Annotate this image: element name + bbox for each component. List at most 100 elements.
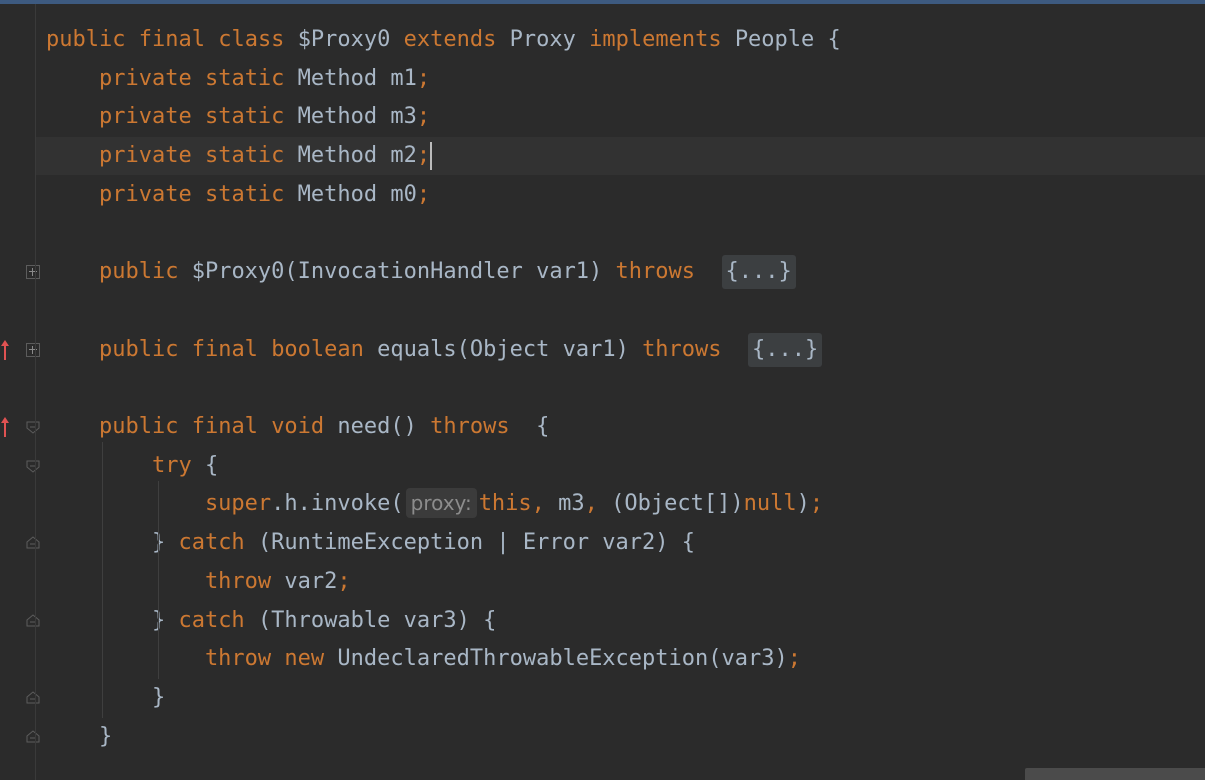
code-token-keyword: throws (615, 259, 709, 285)
code-token-keyword: ; (787, 646, 801, 672)
code-token: Method m3 (297, 104, 417, 130)
code-line[interactable]: } catch (Throwable var3) { (36, 602, 1205, 640)
code-token-keyword: private (46, 104, 205, 130)
code-token-keyword: throw (46, 646, 285, 672)
code-token: { (522, 414, 550, 439)
code-line-text: private static Method m2; (46, 137, 433, 175)
override-arrow-icon[interactable] (0, 415, 10, 439)
code-token: m3 (558, 491, 585, 517)
code-line[interactable]: private static Method m1; (36, 60, 1205, 98)
code-token-keyword: catch (178, 607, 258, 633)
code-line[interactable]: super.h.invoke(proxy: this, m3, (Object[]… (36, 485, 1205, 523)
code-token-keyword: private (46, 181, 205, 207)
code-token-keyword: static (204, 143, 298, 169)
code-line[interactable]: public final void need() throws { (36, 408, 1205, 446)
code-line-text: throw new UndeclaredThrowableException(v… (46, 640, 801, 678)
code-line[interactable] (36, 292, 1205, 330)
code-editor[interactable]: public final class $Proxy0 extends Proxy… (36, 4, 1205, 780)
code-token-keyword: public (46, 414, 192, 439)
code-token: (Object[]) (611, 491, 744, 517)
code-token-keyword: null (743, 491, 797, 517)
code-token-keyword: final (191, 336, 272, 362)
code-token: (RuntimeException | Error var2) { (257, 530, 696, 556)
code-token: Method m2 (297, 143, 417, 169)
code-token-keyword: public (46, 336, 192, 362)
code-line-text: } catch (Throwable var3) { (46, 602, 496, 640)
code-token-keyword: class (218, 27, 298, 52)
code-token-keyword: , (584, 491, 612, 517)
code-token: need() (337, 414, 431, 439)
code-line-text: } catch (RuntimeException | Error var2) … (46, 524, 695, 562)
code-token: Method m1 (297, 65, 417, 91)
code-token-keyword: ; (416, 104, 431, 130)
code-token-keyword: public (46, 27, 139, 52)
code-line-text: } (46, 679, 165, 717)
code-token: ) (796, 491, 810, 517)
code-line-text: super.h.invoke(proxy: this, m3, (Object[]… (46, 485, 823, 523)
code-line[interactable]: } (36, 679, 1205, 717)
code-token-keyword: ; (809, 491, 824, 517)
code-token: var2 (284, 568, 338, 594)
code-line[interactable]: public final boolean equals(Object var1)… (36, 331, 1205, 369)
code-token: } (46, 684, 166, 710)
code-token-keyword: try (46, 452, 205, 478)
code-token-keyword: final (191, 414, 272, 439)
code-token: $Proxy0(InvocationHandler var1) (191, 259, 616, 285)
code-token-keyword: private (46, 143, 205, 169)
code-token: $Proxy0 (297, 27, 404, 52)
code-token-keyword: , (531, 491, 559, 517)
text-caret (430, 142, 433, 171)
code-token-keyword: catch (178, 530, 258, 556)
horizontal-scrollbar[interactable] (1025, 768, 1205, 780)
code-line-text: private static Method m0; (46, 176, 430, 214)
indent-guide (158, 558, 159, 598)
code-line-text: public final void need() throws { (46, 408, 549, 446)
code-token-keyword: static (204, 65, 298, 91)
code-line-text: } (46, 718, 112, 756)
code-token-keyword: static (204, 181, 298, 207)
code-token: .h.invoke( (271, 491, 404, 517)
editor-gutter[interactable] (0, 4, 40, 780)
code-token-keyword: ; (337, 568, 351, 594)
code-token-keyword: final (138, 27, 219, 52)
code-line-text: public final boolean equals(Object var1)… (46, 331, 823, 369)
code-token-keyword: ; (416, 181, 431, 207)
folded-code-placeholder[interactable]: {...} (721, 255, 796, 290)
code-line[interactable]: } catch (RuntimeException | Error var2) … (36, 524, 1205, 562)
code-token-keyword: extends (403, 27, 510, 52)
code-line[interactable]: } (36, 718, 1205, 756)
code-line[interactable]: private static Method m0; (36, 176, 1205, 214)
folded-code-placeholder[interactable]: {...} (748, 332, 823, 367)
code-line[interactable]: public final class $Proxy0 extends Proxy… (36, 21, 1205, 59)
code-token-keyword: new (284, 646, 338, 672)
code-token-keyword: public (46, 259, 192, 285)
code-line[interactable]: private static Method m2; (36, 137, 1205, 176)
code-token: (Throwable var3) { (257, 607, 497, 633)
code-token: People { (734, 27, 841, 52)
code-token-keyword: void (271, 414, 338, 439)
code-token: UndeclaredThrowableException(var3) (337, 646, 788, 672)
code-token-keyword: throws (430, 414, 523, 439)
code-token-keyword: ; (416, 65, 431, 91)
code-line[interactable] (36, 215, 1205, 253)
code-line[interactable]: throw var2; (36, 563, 1205, 601)
code-token-keyword: ; (416, 143, 431, 169)
code-line[interactable] (36, 369, 1205, 407)
code-token: Method m0 (297, 181, 417, 207)
indent-guide (102, 442, 103, 718)
code-line-text: public $Proxy0(InvocationHandler var1) t… (46, 253, 796, 291)
code-token-keyword: throw (46, 568, 285, 594)
code-line-text: throw var2; (46, 563, 351, 601)
code-token-keyword: implements (589, 27, 735, 52)
code-line[interactable]: throw new UndeclaredThrowableException(v… (36, 640, 1205, 678)
indent-guide (158, 635, 159, 676)
code-line[interactable]: public $Proxy0(InvocationHandler var1) t… (36, 253, 1205, 291)
parameter-hint: proxy: (405, 488, 477, 519)
code-token: } (46, 723, 113, 749)
code-line[interactable]: private static Method m3; (36, 98, 1205, 136)
override-arrow-icon[interactable] (0, 338, 10, 362)
code-line[interactable]: try { (36, 447, 1205, 485)
code-token-keyword: private (46, 65, 205, 91)
